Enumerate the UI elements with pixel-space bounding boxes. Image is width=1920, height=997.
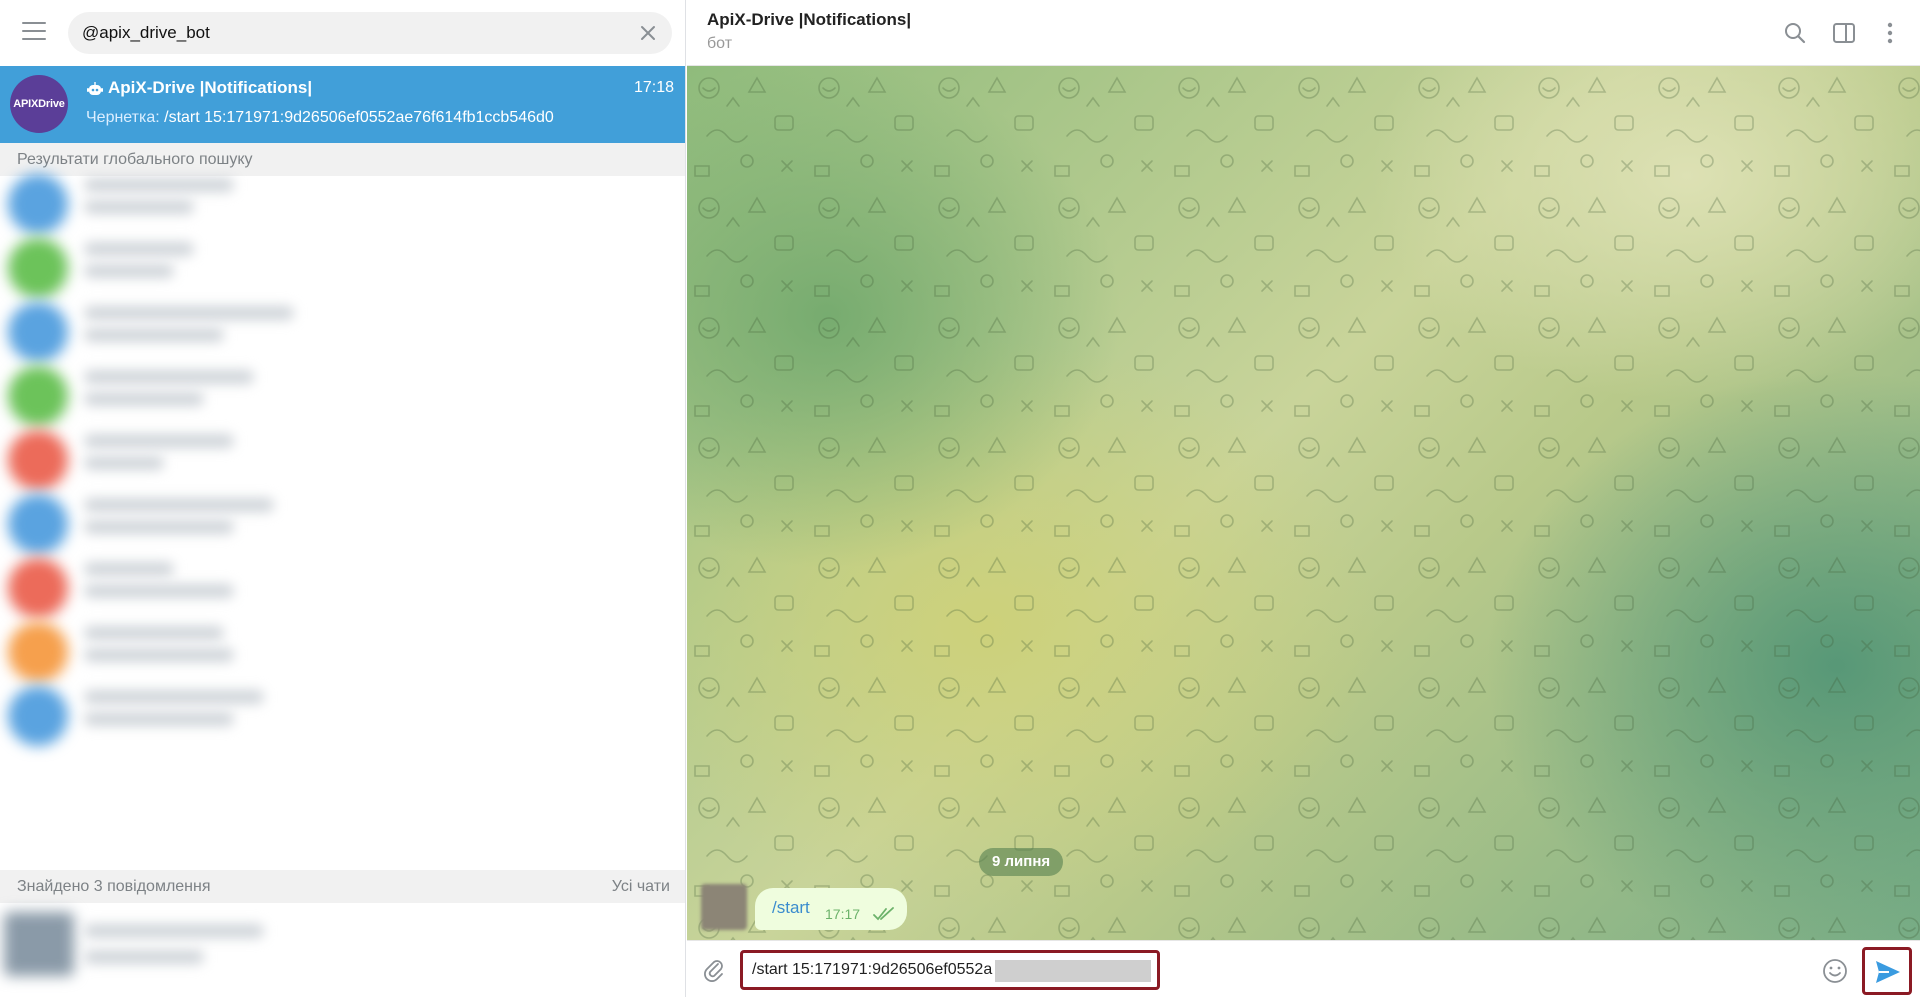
blurred-text [84,690,264,704]
sender-avatar[interactable] [701,884,747,930]
double-check-icon [873,907,894,921]
blurred-text [84,584,234,598]
hamburger-icon[interactable] [20,22,48,44]
close-icon[interactable] [636,21,660,45]
avatar [8,174,68,234]
avatar [8,622,68,682]
avatar [8,494,68,554]
chat-wallpaper [687,66,1920,940]
search-bar [0,0,685,66]
blurred-text [84,434,234,448]
chat-title: ApiX-Drive |Notifications| [108,78,313,97]
blurred-text [84,924,264,938]
avatar [8,302,68,362]
avatar [8,558,68,618]
all-chats-link[interactable]: Усі чати [612,870,670,903]
more-vertical-icon[interactable] [1877,20,1903,46]
message-input-text: /start 15:171971:9d26506ef0552a [752,961,993,978]
search-field[interactable] [68,12,672,54]
command-link[interactable]: /start [772,898,810,918]
blurred-text [84,498,274,512]
global-results-list [0,174,685,868]
chat-item-apix-drive[interactable]: APIXDrive ApiX-Drive |Notifications| 17:… [0,66,685,143]
date-separator: 9 липня [979,848,1064,876]
found-messages-label: Знайдено 3 повідомлення [17,878,211,895]
blurred-text [84,264,174,278]
send-button[interactable] [1862,947,1912,995]
redacted-text [995,960,1151,982]
chat-header: ApiX-Drive |Notifications| бот [687,0,1920,66]
avatar [8,430,68,490]
message-time: 17:17 [825,906,861,922]
peer-name[interactable]: ApiX-Drive |Notifications| [707,10,911,30]
blurred-text [84,370,254,384]
blurred-text [84,712,234,726]
sidebar-icon[interactable] [1831,20,1857,46]
blurred-text [84,626,224,640]
chat-list-panel: APIXDrive ApiX-Drive |Notifications| 17:… [0,0,686,997]
blurred-text [84,242,194,256]
blurred-text [84,328,224,342]
search-icon[interactable] [1782,20,1808,46]
conversation-panel: ApiX-Drive |Notifications| бот 9 липня /… [687,0,1920,997]
message-area: 9 липня /start 17:17 [687,66,1920,940]
message-bubble: /start 17:17 [755,888,907,930]
message-composer: /start 15:171971:9d26506ef0552a [687,940,1920,997]
message-input[interactable]: /start 15:171971:9d26506ef0552a [740,950,1160,990]
paperclip-icon[interactable] [701,957,727,983]
blurred-text [84,456,164,470]
draft-label: Чернетка: [86,109,160,126]
blurred-text [84,648,234,662]
found-messages-header: Знайдено 3 повідомлення Усі чати [0,870,685,903]
send-icon [1876,961,1900,983]
draft-text: /start 15:171971:9d26506ef0552ae76f614fb… [164,109,554,126]
chat-time: 17:18 [633,79,674,96]
emoji-icon[interactable] [1821,957,1849,985]
peer-status: бот [707,35,733,52]
search-input[interactable] [82,12,622,54]
bot-icon [87,82,103,95]
avatar [8,238,68,298]
blurred-text [84,392,204,406]
blurred-text [84,950,204,964]
blurred-text [84,520,234,534]
list-item[interactable] [0,676,685,753]
blurred-text [84,562,174,576]
chat-draft-preview: Чернетка: /start 15:171971:9d26506ef0552… [86,109,554,127]
avatar [8,686,68,746]
blurred-text [84,306,294,320]
avatar: APIXDrive [10,75,68,133]
blurred-text [84,178,234,192]
avatar [4,912,74,976]
blurred-text [84,200,194,214]
message-result-item[interactable] [0,906,685,978]
avatar [8,366,68,426]
